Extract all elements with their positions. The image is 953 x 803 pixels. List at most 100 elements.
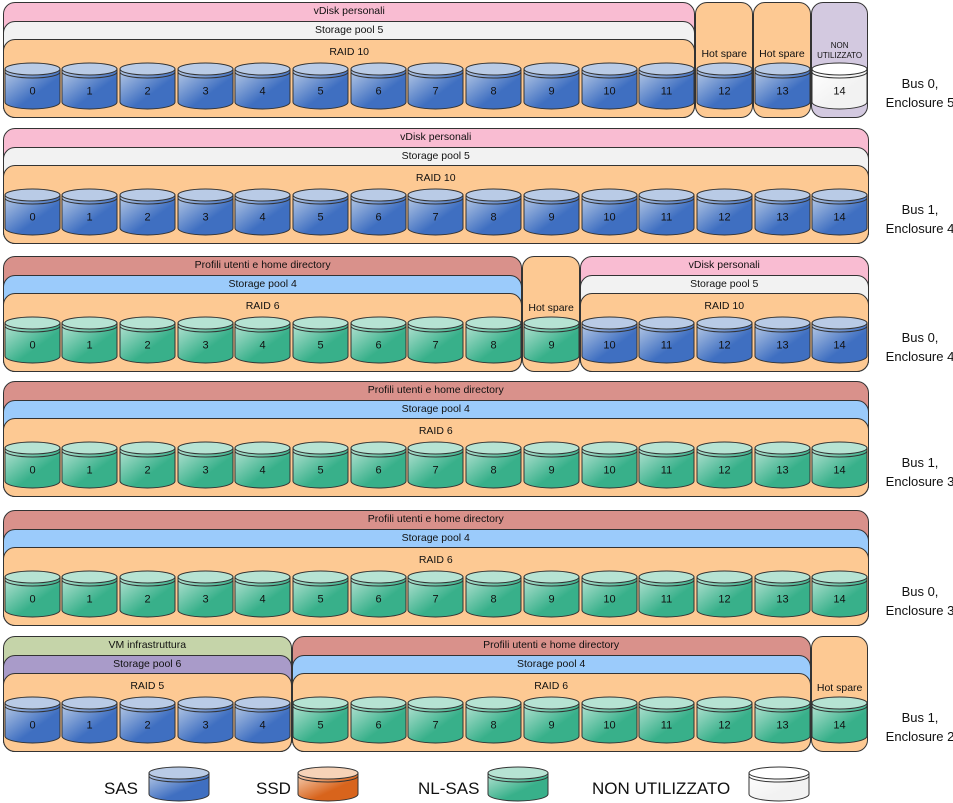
- disk-number: 1: [87, 86, 93, 98]
- disk-number: 5: [317, 212, 323, 224]
- disk-sas: 4: [234, 696, 291, 749]
- disk-number: 11: [661, 465, 672, 477]
- disk-unused: 14: [811, 62, 868, 115]
- layer-label: Storage pool 6: [113, 657, 182, 670]
- disk-number: 7: [433, 720, 439, 732]
- disk-sas: 3: [177, 696, 234, 749]
- legend-disk-sas: [148, 766, 210, 803]
- disk-number: 1: [87, 212, 93, 224]
- disk-number: 13: [776, 720, 788, 732]
- disk-number: 0: [29, 465, 35, 477]
- disk-nl-sas: 4: [234, 570, 291, 623]
- enclosure-label-line: Enclosure 4: [885, 221, 953, 236]
- disk-number: 10: [603, 212, 615, 224]
- layer-label: Profili utenti e home directory: [367, 384, 504, 396]
- enclosure-label-line: Enclosure 3: [885, 603, 953, 618]
- disk-number: 11: [661, 340, 672, 352]
- disk-sas: 0: [4, 696, 61, 749]
- legend-label: NON UTILIZZATO: [592, 779, 731, 798]
- disk-sas: 1: [61, 696, 118, 749]
- disk-number: 13: [776, 465, 788, 477]
- layer-label: RAID 10: [329, 46, 370, 58]
- layer-label: RAID 5: [130, 680, 165, 692]
- disk-number: 6: [375, 86, 381, 98]
- disk-sas: 8: [465, 62, 522, 115]
- disk-number: 11: [661, 720, 672, 732]
- disk-sas: 10: [581, 316, 638, 369]
- layer-label: vDisk personali: [688, 259, 760, 271]
- layer-label: vDisk personali: [400, 131, 472, 143]
- disk-number: 3: [202, 720, 208, 732]
- disk-sas: 13: [754, 62, 811, 115]
- disk-number: 13: [776, 212, 788, 224]
- disk-sas: 4: [234, 188, 291, 241]
- disk-number: 6: [375, 465, 381, 477]
- disk-sas: 2: [119, 696, 176, 749]
- enclosure-label: Bus 1, Enclosure 2: [872, 708, 953, 746]
- disk-sas: 12: [696, 188, 753, 241]
- disk-number: 6: [375, 212, 381, 224]
- disk-number: 5: [317, 720, 323, 732]
- disk-number: 14: [834, 86, 846, 98]
- disk-sas: 13: [754, 188, 811, 241]
- column-label: Hot spare: [701, 48, 747, 60]
- disk-sas: 2: [119, 188, 176, 241]
- disk-number: 11: [661, 212, 672, 224]
- disk-nl-sas: 3: [177, 316, 234, 369]
- legend-disk-nl-sas: [487, 766, 549, 803]
- disk-number: 12: [718, 340, 730, 352]
- enclosure-label-line: Enclosure 5: [885, 95, 953, 110]
- disk-number: 11: [661, 594, 672, 606]
- layer-label: Profili utenti e home directory: [367, 513, 504, 525]
- disk-nl-sas: 0: [4, 570, 61, 623]
- disk-number: 5: [317, 86, 323, 98]
- disk-sas: 6: [350, 62, 407, 115]
- disk-number: 11: [661, 86, 672, 98]
- disk-nl-sas: 5: [292, 696, 349, 749]
- disk-sas: 8: [465, 188, 522, 241]
- disk-nl-sas: 1: [61, 316, 118, 369]
- disk-number: 0: [29, 340, 35, 352]
- disk-nl-sas: 11: [638, 696, 695, 749]
- disk-number: 10: [603, 340, 615, 352]
- disk-nl-sas: 8: [465, 570, 522, 623]
- disk-number: 0: [29, 594, 35, 606]
- layer-label: RAID 6: [418, 425, 453, 437]
- disk-number: 4: [260, 86, 266, 98]
- disk-nl-sas: 2: [119, 441, 176, 494]
- disk-number: 2: [144, 86, 150, 98]
- disk-sas: 11: [638, 188, 695, 241]
- disk-nl-sas: 8: [465, 696, 522, 749]
- disk-number: 9: [548, 340, 554, 352]
- disk-sas: 3: [177, 188, 234, 241]
- disk-nl-sas: 13: [754, 696, 811, 749]
- column-label: NON UTILIZZATO: [817, 41, 863, 60]
- disk-nl-sas: 9: [523, 316, 580, 369]
- enclosure-label-line: Enclosure 4: [885, 349, 953, 364]
- layer-label: Storage pool 5: [315, 23, 384, 36]
- enclosure-label-line: Enclosure 3: [885, 474, 953, 489]
- layer-label: Storage pool 5: [401, 149, 470, 162]
- layer-label: RAID 6: [245, 300, 280, 312]
- disk-nl-sas: 5: [292, 316, 349, 369]
- layer-label: Storage pool 5: [690, 277, 759, 290]
- disk-nl-sas: 12: [696, 441, 753, 494]
- disk-number: 4: [260, 340, 266, 352]
- disk-sas: 7: [407, 188, 464, 241]
- enclosure-label: Bus 1, Enclosure 4: [872, 200, 953, 238]
- disk-number: 3: [202, 465, 208, 477]
- disk-nl-sas: 11: [638, 570, 695, 623]
- enclosure-label-line: Bus 0,: [901, 76, 939, 91]
- disk-nl-sas: 3: [177, 441, 234, 494]
- enclosure-label-line: Enclosure 2: [885, 729, 953, 744]
- disk-number: 13: [776, 86, 788, 98]
- disk-number: 7: [433, 212, 439, 224]
- disk-number: 2: [144, 340, 150, 352]
- disk-nl-sas: 9: [523, 441, 580, 494]
- disk-nl-sas: 9: [523, 696, 580, 749]
- disk-number: 1: [87, 340, 93, 352]
- disk-number: 4: [260, 465, 266, 477]
- disk-number: 8: [491, 720, 497, 732]
- disk-number: 2: [144, 212, 150, 224]
- disk-number: 4: [260, 212, 266, 224]
